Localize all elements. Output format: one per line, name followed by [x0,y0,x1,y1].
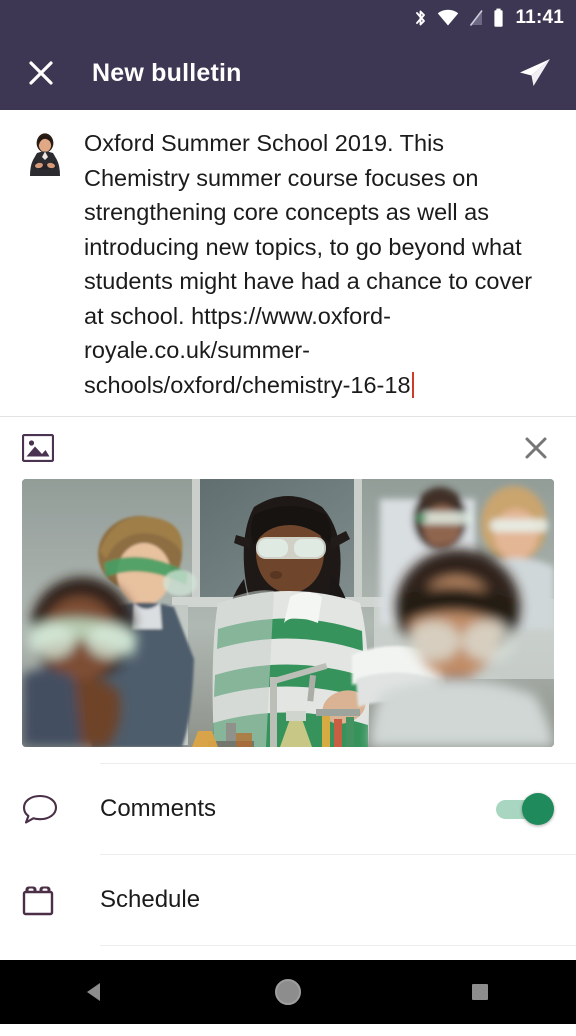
wifi-icon [437,9,459,27]
close-button[interactable] [18,50,64,96]
page-title: New bulletin [92,58,242,87]
option-label-schedule: Schedule [100,885,201,913]
comment-bubble-icon [22,793,66,825]
avatar [22,130,68,176]
back-triangle-icon [87,983,100,1001]
divider [100,854,576,855]
bulletin-text[interactable]: Oxford Summer School 2019. This Chemistr… [84,126,556,402]
status-bar-clock: 11:41 [515,7,564,28]
remove-attachment-button[interactable] [516,428,556,468]
text-caret [411,371,414,398]
recents-square-icon [472,984,488,1000]
send-icon [520,59,550,86]
phone-screen: 11:41 New bulletin Oxford Summer School … [0,0,576,1024]
option-label-comments: Comments [100,794,217,822]
battery-icon [493,8,504,28]
close-icon [525,437,547,459]
attachment-bar [0,417,576,479]
bulletin-text-value: Oxford Summer School 2019. This Chemistr… [84,130,533,398]
nav-back-button[interactable] [61,960,131,1024]
image-icon [22,433,56,463]
close-icon [29,61,53,85]
comments-toggle[interactable] [496,792,554,826]
chemistry-lab-students-photo-image [22,479,554,747]
option-row-comments[interactable]: Comments [0,763,576,854]
send-button[interactable] [512,50,558,96]
divider [100,945,576,946]
attached-photo[interactable] [22,479,554,747]
no-signal-icon [468,9,484,27]
status-bar: 11:41 [0,0,576,36]
nav-home-button[interactable] [253,960,323,1024]
bluetooth-icon [413,8,428,28]
attached-photo-container[interactable] [0,479,576,747]
home-circle-icon [275,979,301,1005]
divider [100,763,576,764]
system-nav-bar [0,960,576,1024]
option-row-schedule[interactable]: Schedule [0,854,576,945]
toggle-thumb [522,792,554,825]
bulletin-composer[interactable]: Oxford Summer School 2019. This Chemistr… [0,110,576,417]
calendar-icon [22,883,66,917]
app-bar: New bulletin [0,36,576,110]
nav-recents-button[interactable] [445,960,515,1024]
author-avatar-image [22,130,68,176]
